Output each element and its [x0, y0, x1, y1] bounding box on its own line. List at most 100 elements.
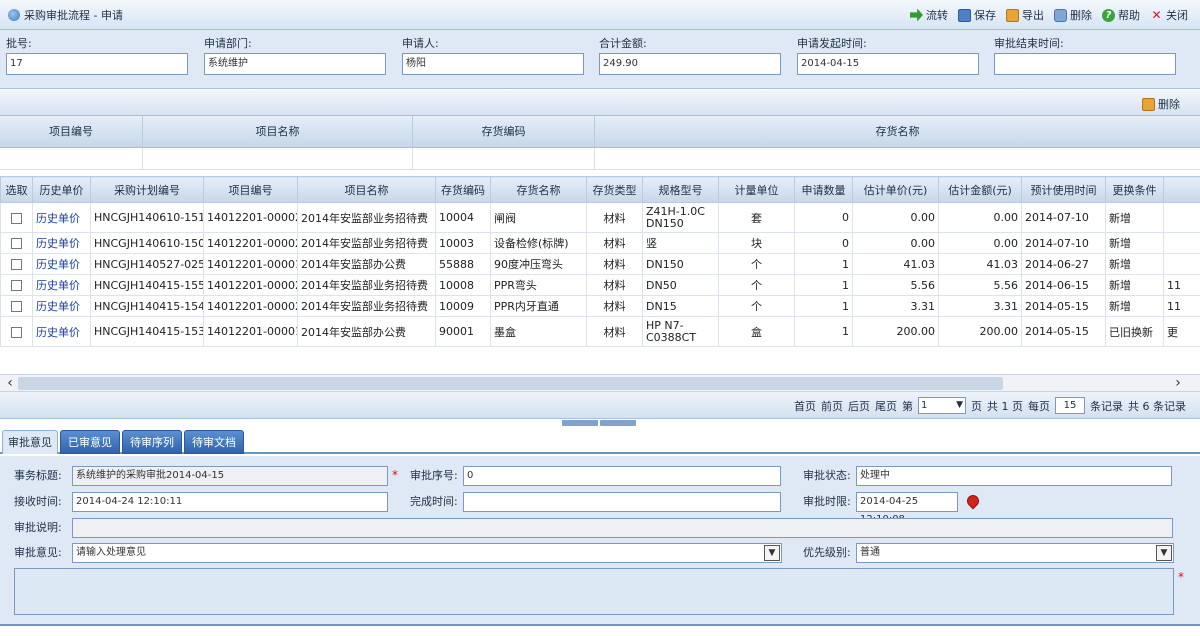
- status-input[interactable]: 处理中: [856, 466, 1172, 486]
- table-row[interactable]: 历史单价 HNCGJH140610-150 14012201-00002 201…: [0, 232, 1200, 254]
- tab-approved-opinions[interactable]: 已审意见: [60, 430, 120, 454]
- row-checkbox[interactable]: [11, 280, 22, 291]
- applicant-input[interactable]: 杨阳: [402, 53, 584, 75]
- col-project-name[interactable]: 项目名称: [297, 176, 436, 203]
- row-checkbox[interactable]: [11, 301, 22, 312]
- total-field-group: 合计金额: 249.90: [599, 35, 781, 75]
- row-checkbox[interactable]: [11, 238, 22, 249]
- col-unit-price[interactable]: 估计单价(元): [852, 176, 939, 203]
- pager: 首页 前页 后页 尾页 第 1 页 共 1 页 每页 15 条记录 共 6 条记…: [0, 392, 1200, 419]
- page-select[interactable]: 1: [918, 397, 966, 414]
- detail-toolbar: 删除: [0, 90, 1200, 116]
- col-project-name[interactable]: 项目名称: [143, 116, 413, 147]
- app-icon: [8, 8, 20, 21]
- help-button[interactable]: ? 帮助: [1102, 7, 1140, 23]
- window-title: 采购审批流程 - 申请: [24, 8, 123, 22]
- finished-time-input[interactable]: [463, 492, 781, 512]
- tab-pending-docs[interactable]: 待审文档: [184, 430, 244, 454]
- row-checkbox[interactable]: [11, 326, 22, 338]
- col-unit[interactable]: 计量单位: [718, 176, 795, 203]
- col-project-no[interactable]: 项目编号: [0, 116, 143, 147]
- col-use-date[interactable]: 预计使用时间: [1021, 176, 1106, 203]
- history-price-link[interactable]: 历史单价: [36, 237, 80, 250]
- required-mark: *: [392, 468, 398, 482]
- col-inventory-code[interactable]: 存货编码: [435, 176, 491, 203]
- page-size-input[interactable]: 15: [1055, 397, 1085, 414]
- table-row[interactable]: 历史单价 HNCGJH140415-154 14012201-00002 201…: [0, 295, 1200, 317]
- col-replace-cond[interactable]: 更换条件: [1105, 176, 1164, 203]
- start-time-field-group: 申请发起时间: 2014-04-15: [797, 35, 979, 75]
- opinion-select[interactable]: 请输入处理意见 ▼: [72, 543, 782, 563]
- next-page-link[interactable]: 后页: [848, 398, 870, 414]
- col-amount[interactable]: 估计金额(元): [938, 176, 1022, 203]
- subject-input[interactable]: 系统维护的采购审批2014-04-15: [72, 466, 388, 486]
- col-inventory-code[interactable]: 存货编码: [413, 116, 595, 147]
- col-overflow: [1163, 176, 1200, 203]
- title-bar: 采购审批流程 - 申请 流转 保存 导出 删除 ? 帮助 ✕ 关闭: [0, 0, 1200, 30]
- export-button[interactable]: 导出: [1006, 7, 1044, 23]
- tab-pending-queue[interactable]: 待审序列: [122, 430, 182, 454]
- first-page-link[interactable]: 首页: [794, 398, 816, 414]
- col-plan-no[interactable]: 采购计划编号: [90, 176, 204, 203]
- priority-select[interactable]: 普通 ▼: [856, 543, 1174, 563]
- applicant-field-group: 申请人: 杨阳: [402, 35, 584, 75]
- history-price-link[interactable]: 历史单价: [36, 258, 80, 271]
- col-inventory-name[interactable]: 存货名称: [490, 176, 587, 203]
- scroll-left-icon[interactable]: ‹: [2, 376, 18, 392]
- delete-button[interactable]: 删除: [1054, 7, 1092, 23]
- save-button[interactable]: 保存: [958, 7, 996, 23]
- scroll-right-icon[interactable]: ›: [1170, 376, 1186, 392]
- col-history-price[interactable]: 历史单价: [32, 176, 91, 203]
- end-time-field-group: 审批结束时间:: [994, 35, 1176, 75]
- flow-button[interactable]: 流转: [910, 7, 948, 23]
- scrollbar-thumb[interactable]: [18, 377, 1003, 390]
- table-row[interactable]: 历史单价 HNCGJH140527-025 14012201-00001 201…: [0, 253, 1200, 275]
- chevron-down-icon[interactable]: ▼: [1156, 545, 1172, 561]
- delete-icon: [1054, 8, 1067, 22]
- col-inventory-name[interactable]: 存货名称: [595, 116, 1200, 147]
- history-price-link[interactable]: 历史单价: [36, 212, 80, 225]
- note-input[interactable]: [72, 518, 1173, 538]
- close-button[interactable]: ✕ 关闭: [1150, 7, 1188, 23]
- col-project-no[interactable]: 项目编号: [203, 176, 298, 203]
- col-quantity[interactable]: 申请数量: [794, 176, 853, 203]
- horizontal-scrollbar[interactable]: ‹ ›: [0, 374, 1200, 392]
- last-page-link[interactable]: 尾页: [875, 398, 897, 414]
- flow-arrow-icon: [910, 8, 923, 22]
- end-time-input[interactable]: [994, 53, 1176, 75]
- tab-approval-opinion[interactable]: 审批意见: [2, 430, 58, 454]
- col-select[interactable]: 选取: [0, 176, 33, 203]
- table-row[interactable]: 历史单价 HNCGJH140415-153 14012201-00001 201…: [0, 316, 1200, 347]
- help-icon: ?: [1102, 8, 1115, 22]
- table-row[interactable]: 历史单价 HNCGJH140610-151 14012201-00002 201…: [0, 202, 1200, 233]
- delete-icon: [1142, 97, 1155, 111]
- history-price-link[interactable]: 历史单价: [36, 326, 80, 339]
- panel-splitter[interactable]: [562, 420, 636, 426]
- prev-page-link[interactable]: 前页: [821, 398, 843, 414]
- history-price-link[interactable]: 历史单价: [36, 300, 80, 313]
- col-inventory-type[interactable]: 存货类型: [586, 176, 643, 203]
- summary-grid-header: 项目编号 项目名称 存货编码 存货名称: [0, 116, 1200, 148]
- row-checkbox[interactable]: [11, 212, 22, 224]
- toolbar: 流转 保存 导出 删除 ? 帮助 ✕ 关闭: [910, 0, 1188, 30]
- deadline-input[interactable]: 2014-04-25 12:10:08: [856, 492, 958, 525]
- location-pin-icon[interactable]: [964, 492, 982, 510]
- sequence-input[interactable]: 0: [463, 466, 781, 486]
- row-checkbox[interactable]: [11, 259, 22, 270]
- dept-field-group: 申请部门: 系统维护: [204, 35, 386, 75]
- opinion-textarea[interactable]: [14, 568, 1174, 615]
- history-price-link[interactable]: 历史单价: [36, 279, 80, 292]
- total-amount-input[interactable]: 249.90: [599, 53, 781, 75]
- detail-delete-button[interactable]: 删除: [1142, 96, 1180, 112]
- header-form: 批号: 17 申请部门: 系统维护 申请人: 杨阳 合计金额: 249.90 申…: [0, 30, 1200, 89]
- chevron-down-icon[interactable]: ▼: [764, 545, 780, 561]
- export-icon: [1006, 8, 1019, 22]
- start-time-input[interactable]: 2014-04-15: [797, 53, 979, 75]
- col-spec[interactable]: 规格型号: [642, 176, 719, 203]
- received-time-input[interactable]: 2014-04-24 12:10:11: [72, 492, 388, 512]
- dept-input[interactable]: 系统维护: [204, 53, 386, 75]
- table-row[interactable]: 历史单价 HNCGJH140415-155 14012201-00002 201…: [0, 274, 1200, 296]
- approval-panel: 事务标题: 系统维护的采购审批2014-04-15 * 审批序号: 0 审批状态…: [0, 456, 1200, 626]
- batch-no-input[interactable]: 17: [6, 53, 188, 75]
- summary-grid-row[interactable]: [0, 148, 1200, 170]
